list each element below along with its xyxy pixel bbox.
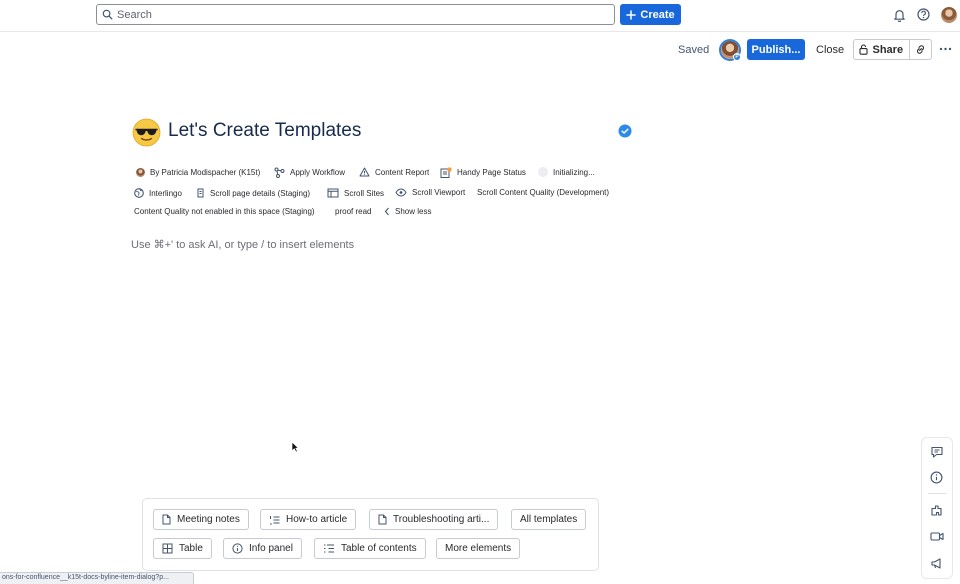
byline-scroll-viewport[interactable]: Scroll Viewport bbox=[395, 188, 465, 197]
list-icon bbox=[323, 544, 335, 553]
verified-check-icon[interactable] bbox=[618, 124, 632, 138]
page-icon bbox=[162, 514, 171, 525]
chip-label: All templates bbox=[520, 514, 578, 525]
top-navigation-bar: Search Create bbox=[0, 0, 960, 32]
chevron-left-icon bbox=[384, 207, 390, 216]
chip-label: More elements bbox=[445, 543, 512, 554]
show-less-label: Show less bbox=[395, 207, 432, 216]
collaborator-badge: P bbox=[733, 53, 741, 61]
close-button[interactable]: Close bbox=[816, 44, 844, 56]
status-icon bbox=[440, 167, 452, 178]
warning-icon bbox=[359, 167, 370, 177]
create-label: Create bbox=[640, 8, 675, 21]
byline-label: Scroll page details (Staging) bbox=[210, 188, 311, 198]
rail-divider bbox=[928, 493, 946, 494]
byline-label: Interlingo bbox=[149, 188, 182, 198]
loading-dot-icon bbox=[538, 167, 548, 177]
byline-label: Content Report bbox=[375, 167, 430, 177]
mouse-cursor-icon bbox=[291, 441, 299, 453]
chip-label: Info panel bbox=[249, 543, 293, 554]
more-actions-icon[interactable] bbox=[939, 47, 952, 51]
template-how-to-article[interactable]: How-to article bbox=[260, 509, 357, 530]
byline-label: Scroll Viewport bbox=[412, 188, 466, 197]
template-troubleshooting-article[interactable]: Troubleshooting arti... bbox=[369, 509, 499, 530]
workflow-icon bbox=[274, 167, 285, 178]
link-icon bbox=[915, 44, 926, 55]
template-meeting-notes[interactable]: Meeting notes bbox=[153, 509, 249, 530]
info-icon[interactable] bbox=[930, 471, 943, 484]
scroll-icon bbox=[196, 188, 205, 198]
page-icon bbox=[378, 514, 387, 525]
byline-label: Scroll Content Quality (Development) bbox=[477, 188, 610, 197]
chip-label: How-to article bbox=[286, 514, 348, 525]
template-suggestions-panel: Meeting notes How-to article Troubleshoo… bbox=[142, 498, 599, 571]
element-table[interactable]: Table bbox=[153, 538, 212, 559]
byline-apply-workflow[interactable]: Apply Workflow bbox=[274, 167, 345, 178]
byline-scroll-sites[interactable]: Scroll Sites bbox=[327, 188, 384, 198]
chip-label: Table of contents bbox=[341, 543, 417, 554]
search-icon bbox=[102, 9, 113, 20]
copy-link-button[interactable] bbox=[910, 40, 931, 59]
share-label: Share bbox=[872, 43, 904, 56]
share-button-group: Share bbox=[853, 39, 932, 60]
search-input[interactable]: Search bbox=[96, 4, 615, 25]
byline-interlingo[interactable]: Interlingo bbox=[134, 188, 182, 198]
editor-placeholder[interactable]: Use ⌘+' to ask AI, or type / to insert e… bbox=[131, 238, 354, 251]
byline-proof-read[interactable]: proof read bbox=[335, 207, 371, 216]
byline-author-label: By Patricia Modispacher (K15t) bbox=[150, 168, 261, 177]
comment-icon[interactable] bbox=[930, 446, 944, 459]
byline-initializing[interactable]: Initializing... bbox=[538, 167, 595, 177]
element-table-of-contents[interactable]: Table of contents bbox=[314, 538, 426, 559]
search-placeholder: Search bbox=[117, 9, 152, 21]
saved-status: Saved bbox=[678, 44, 710, 56]
browser-status-url: ons-for-confluence__k15t-docs-byline-ite… bbox=[0, 572, 194, 584]
byline-label: Scroll Sites bbox=[344, 188, 385, 198]
element-info-panel[interactable]: Info panel bbox=[223, 538, 302, 559]
publish-button[interactable]: Publish... bbox=[747, 39, 805, 60]
numbered-list-icon bbox=[269, 515, 280, 525]
byline-content-quality-status[interactable]: Content Quality not enabled in this spac… bbox=[134, 207, 315, 216]
byline-label: Initializing... bbox=[553, 167, 595, 177]
apps-icon[interactable] bbox=[930, 504, 943, 517]
create-button[interactable]: Create bbox=[620, 4, 681, 25]
byline-handy-page-status[interactable]: Handy Page Status bbox=[440, 167, 526, 178]
byline-scroll-page-details[interactable]: Scroll page details (Staging) bbox=[196, 188, 310, 198]
chip-label: Table bbox=[179, 543, 203, 554]
bell-icon[interactable] bbox=[893, 8, 906, 22]
byline-scroll-content-quality[interactable]: Scroll Content Quality (Development) bbox=[477, 188, 609, 197]
sunglasses-emoji-icon[interactable] bbox=[132, 118, 161, 147]
page-title[interactable]: Let's Create Templates bbox=[168, 120, 361, 142]
byline-label: Apply Workflow bbox=[290, 168, 345, 177]
share-button[interactable]: Share bbox=[854, 40, 910, 59]
browser-icon bbox=[327, 188, 339, 198]
more-elements-button[interactable]: More elements bbox=[436, 538, 521, 559]
help-icon[interactable] bbox=[917, 8, 930, 21]
right-utility-rail bbox=[921, 437, 953, 579]
video-icon[interactable] bbox=[930, 531, 944, 542]
all-templates-button[interactable]: All templates bbox=[511, 509, 587, 530]
byline-author[interactable]: By Patricia Modispacher (K15t) bbox=[136, 168, 260, 177]
lock-icon bbox=[859, 44, 869, 55]
byline-label: Handy Page Status bbox=[457, 168, 526, 177]
table-icon bbox=[162, 543, 173, 554]
chip-label: Troubleshooting arti... bbox=[393, 514, 490, 525]
user-avatar[interactable] bbox=[941, 7, 957, 23]
author-avatar bbox=[136, 168, 145, 177]
show-less-button[interactable]: Show less bbox=[384, 207, 431, 216]
megaphone-icon[interactable] bbox=[930, 557, 943, 570]
byline-label: proof read bbox=[335, 207, 372, 216]
byline-content-report[interactable]: Content Report bbox=[359, 167, 429, 177]
info-icon bbox=[232, 543, 243, 554]
chip-label: Meeting notes bbox=[177, 514, 240, 525]
globe-icon bbox=[134, 188, 144, 198]
byline-label: Content Quality not enabled in this spac… bbox=[134, 207, 315, 216]
eye-icon bbox=[395, 188, 407, 197]
plus-icon bbox=[626, 9, 637, 20]
